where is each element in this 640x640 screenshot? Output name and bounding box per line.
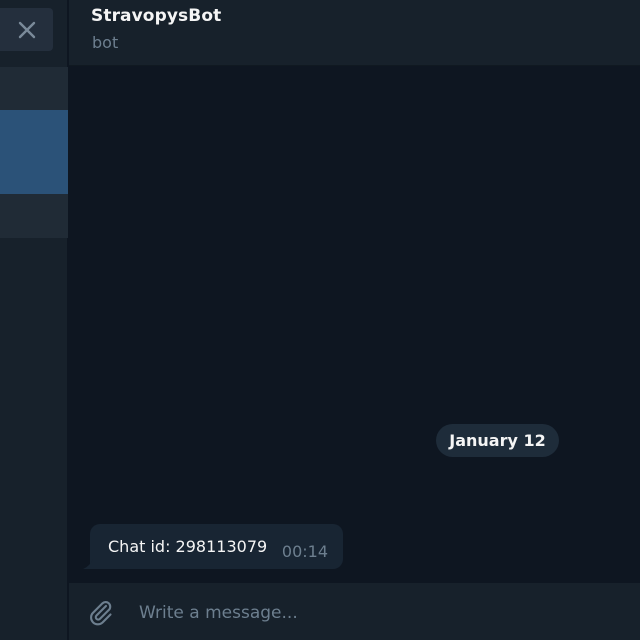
message-text: Chat id: 298113079 — [108, 537, 268, 556]
sidebar-chat-item[interactable] — [0, 67, 68, 110]
message-time: 00:14 — [281, 542, 328, 561]
bubble-tail — [83, 559, 93, 569]
chat-subtitle: bot — [92, 33, 119, 52]
chat-header[interactable]: StravopysBot bot — [69, 0, 640, 66]
date-separator: January 12 — [436, 424, 559, 457]
chat-title: StravopysBot — [91, 6, 222, 26]
message-composer — [69, 583, 640, 640]
chat-list-sidebar — [0, 0, 68, 640]
close-icon — [18, 21, 35, 38]
message-input[interactable] — [139, 596, 619, 630]
sidebar-chat-item-selected[interactable] — [0, 110, 68, 194]
sidebar-chat-item[interactable] — [0, 194, 68, 238]
close-button[interactable] — [0, 8, 53, 51]
message-bubble[interactable]: Chat id: 298113079 00:14 — [83, 524, 343, 569]
paperclip-icon — [90, 601, 112, 626]
chat-panel: StravopysBot bot January 12 Chat id: 298… — [69, 0, 640, 640]
attach-button[interactable] — [83, 595, 117, 629]
